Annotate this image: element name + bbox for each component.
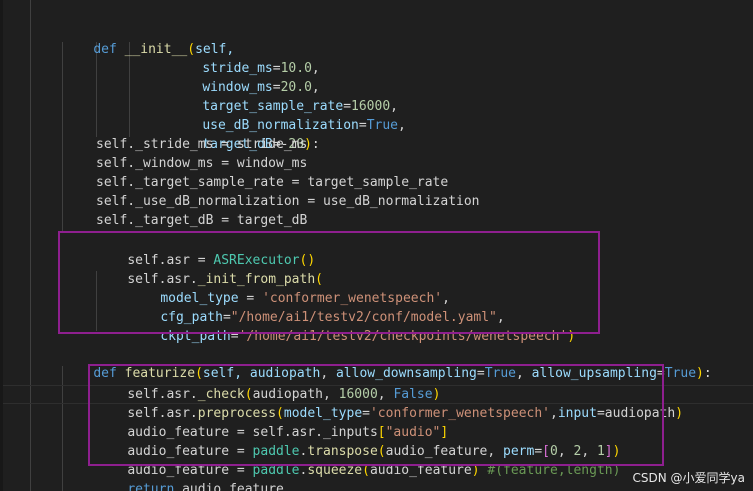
watermark: CSDN @小爱同学ya bbox=[632, 471, 745, 485]
indent-guide bbox=[30, 0, 31, 491]
bracket: ) bbox=[696, 366, 704, 381]
punctuation: : bbox=[311, 137, 320, 152]
keyword: def bbox=[93, 42, 117, 57]
code-line[interactable]: self._stride_ms = stride_ms bbox=[96, 135, 307, 154]
keyword: return bbox=[127, 482, 175, 491]
code-line[interactable]: use_dB_normalization=True, bbox=[171, 97, 406, 133]
boolean: True bbox=[664, 366, 697, 381]
code-line[interactable]: window_ms=20.0, bbox=[171, 59, 319, 95]
code-line[interactable]: target_sample_rate=16000, bbox=[171, 78, 398, 114]
bracket: ) bbox=[675, 406, 684, 421]
boolean: True bbox=[366, 118, 398, 133]
line-gutter bbox=[0, 0, 3, 491]
code-line[interactable]: self._use_dB_normalization = use_dB_norm… bbox=[96, 192, 480, 211]
operator: = bbox=[358, 118, 367, 133]
code-line[interactable]: stride_ms=10.0, bbox=[171, 40, 319, 76]
code-text: audio_feature bbox=[174, 482, 284, 491]
code-line[interactable]: def featurize(self, audiopath, allow_dow… bbox=[62, 345, 711, 381]
code-editor[interactable]: def __init__(self, stride_ms=10.0, windo… bbox=[0, 0, 753, 491]
code-line[interactable]: target_dB=-20): bbox=[171, 116, 319, 152]
code-line[interactable]: self._window_ms = window_ms bbox=[96, 154, 307, 173]
punctuation: , bbox=[398, 118, 406, 133]
code-line[interactable]: def __init__(self, bbox=[62, 21, 234, 57]
code-line[interactable]: self._target_sample_rate = target_sample… bbox=[96, 173, 448, 192]
punctuation: : bbox=[703, 366, 712, 381]
code-line[interactable]: self._target_dB = target_dB bbox=[96, 211, 307, 230]
annotation-box bbox=[88, 364, 664, 466]
annotation-box bbox=[58, 231, 600, 334]
